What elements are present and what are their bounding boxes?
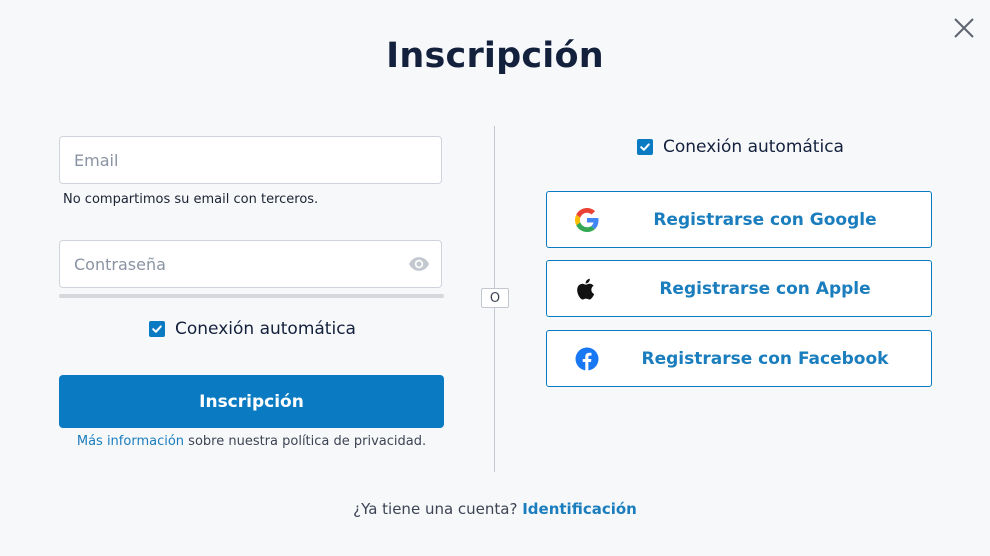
password-field-container — [59, 240, 442, 288]
login-question: ¿Ya tiene una cuenta? — [353, 500, 518, 518]
page-title: Inscripción — [386, 36, 604, 76]
signup-button[interactable]: Inscripción — [59, 375, 444, 428]
auto-connect-label[interactable]: Conexión automática — [175, 319, 356, 339]
apple-icon — [577, 278, 595, 300]
auto-connect-checkbox[interactable] — [149, 321, 165, 337]
apple-signup-label: Registrarse con Apple — [659, 278, 871, 299]
facebook-signup-label: Registrarse con Facebook — [641, 348, 889, 369]
facebook-signup-button[interactable]: Registrarse con Facebook — [546, 330, 932, 387]
email-helper-text: No compartimos su email con terceros. — [63, 192, 319, 207]
facebook-icon — [575, 347, 599, 371]
password-input[interactable] — [74, 241, 394, 287]
google-signup-button[interactable]: Registrarse con Google — [546, 191, 932, 248]
eye-icon[interactable] — [408, 256, 430, 272]
google-signup-label: Registrarse con Google — [653, 209, 877, 230]
social-auto-connect-checkbox[interactable] — [637, 139, 653, 155]
google-icon — [575, 208, 599, 232]
checkmark-icon — [640, 143, 650, 151]
social-auto-connect-label[interactable]: Conexión automática — [663, 137, 844, 157]
privacy-text: sobre nuestra política de privacidad. — [188, 434, 427, 449]
checkmark-icon — [152, 325, 162, 333]
login-prompt: ¿Ya tiene una cuenta? Identificación — [0, 500, 990, 518]
privacy-notice: Más información sobre nuestra política d… — [59, 434, 444, 449]
email-field-container — [59, 136, 442, 184]
login-link[interactable]: Identificación — [522, 500, 637, 518]
or-separator: O — [481, 288, 509, 308]
email-input[interactable] — [74, 137, 394, 183]
more-info-link[interactable]: Más información — [77, 434, 184, 449]
password-strength-bar — [59, 294, 444, 298]
apple-signup-button[interactable]: Registrarse con Apple — [546, 260, 932, 317]
